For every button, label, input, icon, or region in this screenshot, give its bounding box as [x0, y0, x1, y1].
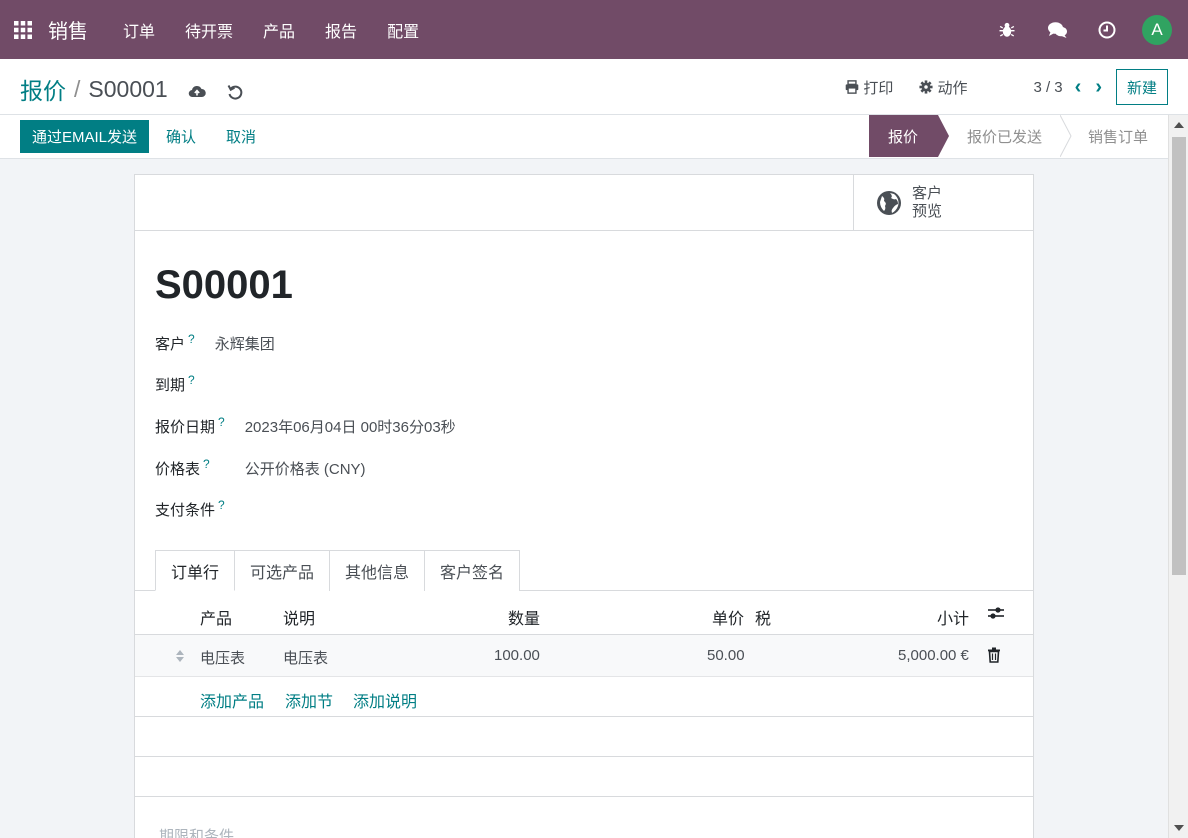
customer-value[interactable]: 永辉集团 [215, 333, 275, 354]
pricelist-field: 价格表? 公开价格表 (CNY) [155, 457, 366, 479]
chat-icon[interactable] [1032, 0, 1082, 59]
table-row[interactable]: 电压表 电压表 100.00 50.00 5,000.00 € [135, 635, 1033, 677]
breadcrumb: 报价 / S00001 [20, 72, 244, 106]
drag-handle-icon[interactable] [175, 649, 185, 667]
expiry-field: 到期? [155, 373, 215, 395]
stage-quotation[interactable]: 报价 [868, 115, 949, 157]
pricelist-label: 价格表? [155, 457, 210, 478]
col-unit-price[interactable]: 单价 [712, 605, 744, 629]
help-icon[interactable]: ? [218, 498, 225, 512]
apps-grid-icon[interactable] [0, 0, 46, 59]
new-button[interactable]: 新建 [1115, 69, 1168, 105]
quote-date-label: 报价日期? [155, 415, 225, 436]
tab-other-info[interactable]: 其他信息 [329, 550, 426, 591]
add-note-link[interactable]: 添加说明 [353, 688, 417, 712]
col-taxes[interactable]: 税 [755, 605, 771, 629]
app-name[interactable]: 销售 [48, 15, 88, 44]
bug-icon[interactable] [982, 0, 1032, 59]
cell-description[interactable]: 电压表 [283, 647, 328, 668]
breadcrumb-quotations[interactable]: 报价 [20, 72, 66, 106]
order-lines-header: 产品 说明 数量 单价 税 小计 [135, 591, 1033, 635]
add-section-link[interactable]: 添加节 [285, 688, 333, 712]
help-icon[interactable]: ? [188, 373, 195, 387]
smart-button-box: 客户 预览 [135, 175, 1033, 231]
column-settings-icon[interactable] [987, 606, 1005, 625]
print-icon [846, 80, 859, 94]
quote-date-value[interactable]: 2023年06月04日 00时36分03秒 [245, 416, 456, 437]
stage-quotation-sent-label: 报价已发送 [966, 128, 1042, 146]
cell-product[interactable]: 电压表 [200, 647, 245, 668]
print-button[interactable]: 打印 [845, 77, 893, 98]
payment-terms-label: 支付条件? [155, 498, 225, 519]
notebook-tabs: 订单行 可选产品 其他信息 客户签名 [155, 550, 521, 591]
trash-icon[interactable] [987, 647, 1001, 667]
gear-icon [919, 80, 933, 94]
empty-row [135, 757, 1033, 797]
scroll-down-icon[interactable] [1174, 825, 1184, 831]
cloud-upload-icon[interactable] [188, 80, 206, 98]
confirm-button[interactable]: 确认 [166, 126, 196, 147]
col-subtotal[interactable]: 小计 [937, 605, 969, 629]
action-label: 动作 [937, 79, 968, 97]
user-avatar[interactable]: A [1142, 14, 1172, 45]
menu-to-invoice[interactable]: 待开票 [185, 18, 233, 42]
menu-orders[interactable]: 订单 [123, 18, 155, 42]
print-label: 打印 [863, 79, 894, 97]
globe-icon [877, 190, 901, 215]
scroll-thumb[interactable] [1172, 137, 1186, 575]
col-quantity[interactable]: 数量 [508, 605, 540, 629]
expiry-label: 到期? [155, 373, 195, 394]
pager-next-icon[interactable]: › [1095, 76, 1102, 99]
discard-icon[interactable] [226, 80, 244, 100]
clock-icon[interactable] [1082, 0, 1132, 59]
menu-products[interactable]: 产品 [263, 18, 295, 42]
send-by-email-button[interactable]: 通过EMAIL发送 [20, 120, 150, 153]
page-scrollbar[interactable] [1168, 115, 1188, 838]
cell-subtotal: 5,000.00 € [898, 647, 969, 664]
menu-configuration[interactable]: 配置 [387, 18, 419, 42]
tab-customer-signature[interactable]: 客户签名 [424, 550, 521, 591]
breadcrumb-current: S00001 [88, 75, 168, 102]
pricelist-value[interactable]: 公开价格表 (CNY) [245, 458, 366, 479]
preview-label-line1: 客户 [912, 184, 943, 202]
empty-row [135, 717, 1033, 757]
form-sheet: 客户 预览 S00001 客户? 永辉集团 到期? 报价日期? 2023年06月… [134, 174, 1034, 838]
add-line-row: 添加产品 添加节 添加说明 [135, 677, 1033, 717]
breadcrumb-separator: / [74, 75, 81, 102]
customer-preview-button[interactable]: 客户 预览 [853, 175, 1033, 230]
cell-unit-price[interactable]: 50.00 [707, 647, 745, 664]
quote-date-field: 报价日期? 2023年06月04日 00时36分03秒 [155, 415, 456, 437]
cell-quantity[interactable]: 100.00 [494, 647, 540, 664]
status-bar: 通过EMAIL发送 确认 取消 报价 报价已发送 销售订单 [0, 115, 1168, 159]
payment-terms-field: 支付条件? [155, 498, 245, 520]
stage-quotation-sent[interactable]: 报价已发送 [938, 115, 1072, 157]
help-icon[interactable]: ? [218, 415, 225, 429]
pager-previous-icon[interactable]: ‹ [1075, 76, 1082, 99]
tab-optional-products[interactable]: 可选产品 [234, 550, 331, 591]
menu-reporting[interactable]: 报告 [325, 18, 357, 42]
add-product-link[interactable]: 添加产品 [200, 688, 264, 712]
help-icon[interactable]: ? [203, 457, 210, 471]
terms-and-conditions-field[interactable]: 期限和条件... [159, 825, 247, 838]
tab-order-lines[interactable]: 订单行 [155, 550, 236, 591]
scroll-up-icon[interactable] [1174, 122, 1184, 128]
help-icon[interactable]: ? [188, 332, 195, 346]
action-button[interactable]: 动作 [919, 77, 967, 98]
stage-sales-order[interactable]: 销售订单 [1062, 115, 1168, 157]
cancel-button[interactable]: 取消 [226, 126, 256, 147]
top-navbar: 销售 订单 待开票 产品 报告 配置 A [0, 0, 1188, 59]
record-title: S00001 [155, 263, 293, 307]
customer-label: 客户? [155, 332, 195, 353]
col-product[interactable]: 产品 [200, 605, 232, 629]
col-description[interactable]: 说明 [283, 605, 315, 629]
stage-pipeline: 报价 报价已发送 销售订单 [868, 115, 1168, 157]
pager-value[interactable]: 3 / 3 [1033, 79, 1062, 96]
customer-field: 客户? 永辉集团 [155, 332, 275, 354]
preview-label-line2: 预览 [912, 202, 943, 220]
control-panel: 报价 / S00001 打印 动作 3 / 3 ‹ › 新建 [0, 59, 1188, 115]
